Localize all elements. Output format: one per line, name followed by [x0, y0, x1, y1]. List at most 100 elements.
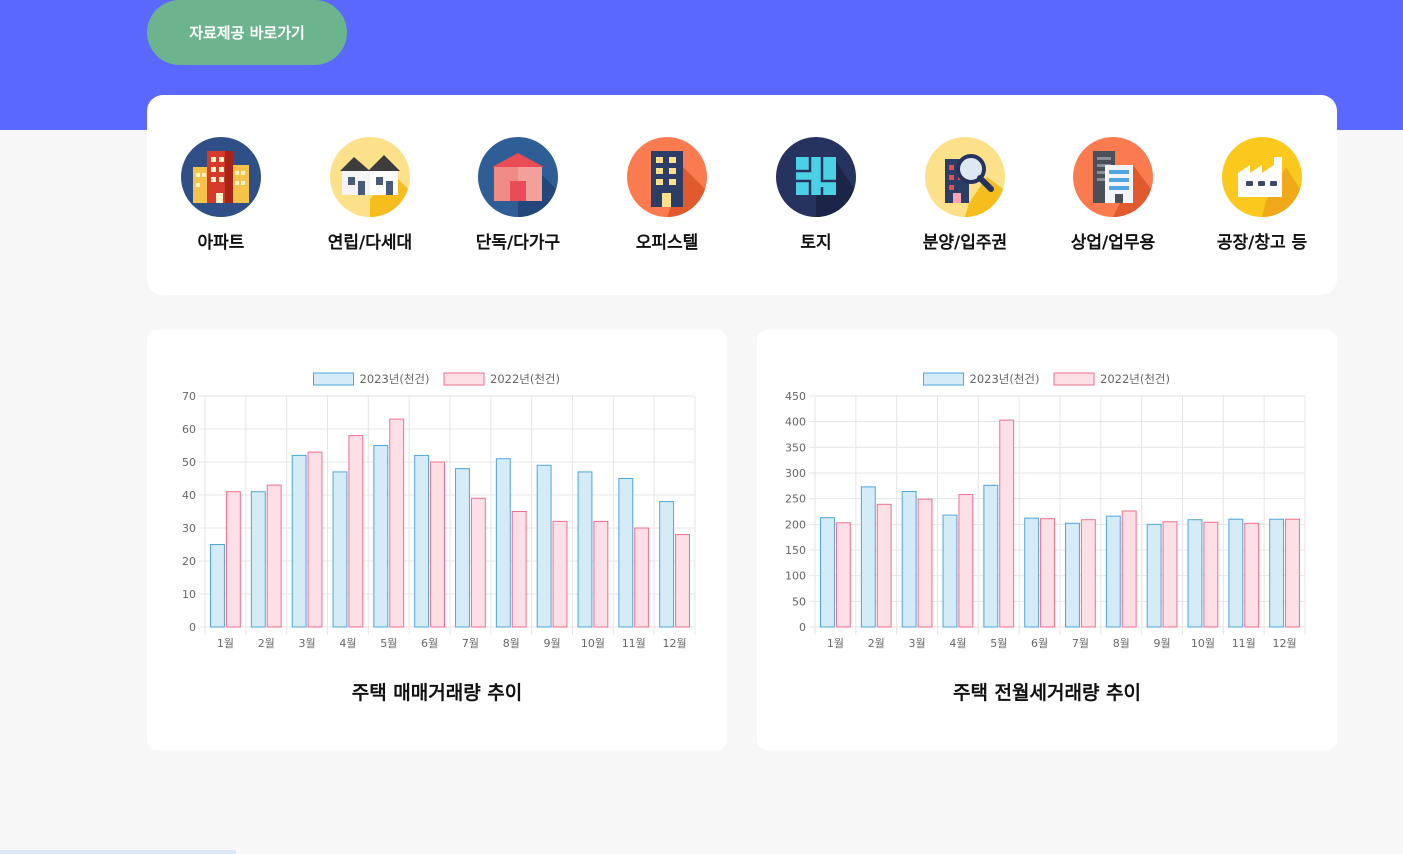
- bar-2022: [1285, 518, 1300, 628]
- legend-swatch-2023: [923, 372, 964, 386]
- bar-2023: [210, 544, 225, 628]
- x-tick-label: 6월: [1031, 637, 1048, 650]
- x-tick-label: 11월: [622, 637, 646, 650]
- category-card: 아파트 연립/다세대 단독/다가구 오피스텔 토지 분양/입주권 상업/업무용 …: [147, 95, 1337, 295]
- category-label: 토지: [800, 233, 832, 253]
- legend-swatch-2022: [1053, 372, 1095, 386]
- x-tick-label: 4월: [949, 637, 966, 650]
- chart-caption: 주택 전월세거래량 추이: [952, 682, 1142, 704]
- legend-swatch-2022: [443, 372, 485, 386]
- y-tick-label: 50: [792, 595, 806, 608]
- x-tick-label: 2월: [868, 637, 885, 650]
- y-tick-label: 150: [785, 544, 806, 557]
- category-land[interactable]: 토지: [741, 137, 891, 253]
- category-label: 연립/다세대: [327, 233, 413, 253]
- bar-2023: [1146, 523, 1162, 628]
- y-tick-label: 300: [785, 467, 806, 480]
- category-label: 공장/창고 등: [1216, 233, 1308, 253]
- y-tick-label: 10: [182, 588, 196, 601]
- sale-volume-chart-card: 0 10 20 30 40 50 60 70 1월 2월 3월 4월 5월 6월 7월 8월 9월 10월 11월 1…: [147, 330, 727, 750]
- x-tick-label: 3월: [299, 637, 316, 650]
- category-label: 오피스텔: [635, 233, 699, 253]
- y-tick-label: 350: [785, 441, 806, 454]
- bar-2022: [958, 494, 974, 628]
- bar-2022: [552, 520, 568, 628]
- y-tick-label: 40: [182, 489, 196, 502]
- bar-2023: [1228, 518, 1244, 628]
- bar-2022: [225, 491, 241, 628]
- x-tick-label: 3월: [909, 637, 926, 650]
- detached-house-icon: [478, 137, 558, 217]
- bar-2022: [511, 511, 527, 628]
- chart-caption: 주택 매매거래량 추이: [351, 682, 523, 704]
- bar-2022: [348, 435, 364, 628]
- bar-2022: [634, 527, 650, 628]
- bar-2023: [1269, 518, 1285, 628]
- bar-2023: [983, 484, 999, 628]
- bar-2022: [917, 498, 933, 628]
- y-tick-label: 30: [182, 522, 196, 535]
- legend-label: 2023년(천건): [970, 372, 1040, 386]
- bar-2023: [1024, 517, 1040, 628]
- x-tick-label: 1월: [217, 637, 234, 650]
- category-detached-house[interactable]: 단독/다가구: [443, 137, 593, 253]
- bar-2023: [536, 464, 552, 628]
- commercial-building-icon: [1073, 137, 1153, 217]
- y-tick-label: 20: [182, 555, 196, 568]
- x-tick-label: 8월: [1113, 637, 1130, 650]
- bar-2023: [250, 491, 266, 628]
- category-commercial[interactable]: 상업/업무용: [1038, 137, 1188, 253]
- bar-2022: [999, 419, 1015, 628]
- bar-2023: [659, 501, 675, 628]
- category-label: 아파트: [197, 233, 245, 253]
- bar-2022: [1244, 522, 1260, 628]
- bar-2023: [618, 478, 634, 628]
- bar-2023: [1187, 519, 1203, 628]
- presale-search-icon: [925, 137, 1005, 217]
- category-row-house[interactable]: 연립/다세대: [295, 137, 445, 253]
- category-label: 분양/입주권: [922, 233, 1008, 253]
- legend-label: 2022년(천건): [490, 372, 560, 386]
- bar-2022: [675, 534, 690, 628]
- bar-2023: [820, 517, 835, 628]
- bar-2023: [495, 458, 511, 628]
- y-tick-label: 70: [182, 390, 196, 403]
- category-officetel[interactable]: 오피스텔: [592, 137, 742, 253]
- x-tick-label: 5월: [990, 637, 1007, 650]
- category-apartment[interactable]: 아파트: [146, 137, 296, 253]
- y-tick-label: 450: [785, 390, 806, 403]
- y-tick-label: 400: [785, 416, 806, 429]
- bar-2023: [414, 454, 430, 628]
- y-tick-label: 50: [182, 456, 196, 469]
- x-tick-label: 10월: [581, 637, 605, 650]
- horizontal-scrollbar[interactable]: [0, 850, 236, 854]
- bar-2023: [332, 471, 348, 628]
- y-tick-label: 60: [182, 423, 196, 436]
- data-provision-button[interactable]: 자료제공 바로가기: [147, 0, 347, 65]
- y-tick-label: 250: [785, 493, 806, 506]
- category-factory[interactable]: 공장/창고 등: [1187, 137, 1337, 253]
- category-label: 상업/업무용: [1070, 233, 1156, 253]
- x-tick-label: 7월: [462, 637, 479, 650]
- officetel-icon: [627, 137, 707, 217]
- bar-2022: [1203, 521, 1219, 628]
- bar-2023: [373, 445, 389, 628]
- bar-2022: [1080, 519, 1096, 628]
- row-house-icon: [330, 137, 410, 217]
- bar-2023: [1065, 522, 1080, 628]
- x-tick-label: 12월: [1273, 637, 1297, 650]
- category-presale[interactable]: 분양/입주권: [890, 137, 1040, 253]
- x-tick-label: 6월: [421, 637, 438, 650]
- y-tick-label: 200: [785, 518, 806, 531]
- x-tick-label: 8월: [503, 637, 520, 650]
- x-tick-label: 12월: [663, 637, 687, 650]
- x-tick-label: 9월: [544, 637, 561, 650]
- y-tick-label: 0: [799, 621, 806, 634]
- category-label: 단독/다가구: [475, 233, 561, 253]
- bar-2022: [1162, 521, 1178, 628]
- x-tick-label: 9월: [1154, 637, 1171, 650]
- legend-label: 2022년(천건): [1100, 372, 1170, 386]
- bar-2022: [430, 461, 445, 628]
- x-tick-label: 10월: [1191, 637, 1215, 650]
- rent-volume-chart-card: 0 50 100 150 200 250 300 350 400 450 1월 2월 3월 4월 5월 6월 7…: [757, 330, 1337, 750]
